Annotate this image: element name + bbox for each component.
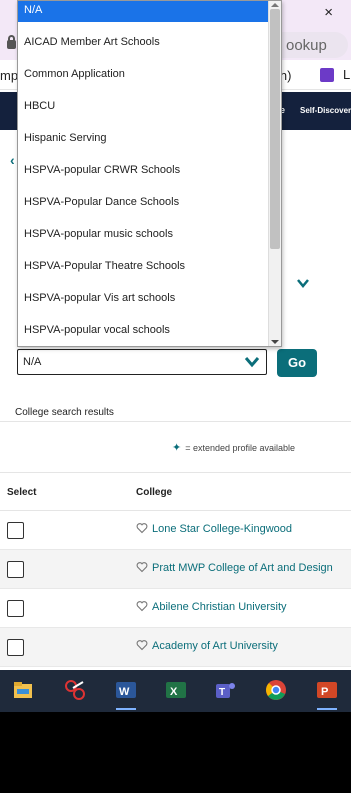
word-icon[interactable]: W — [114, 678, 138, 702]
back-chevron-icon[interactable]: ‹ — [10, 152, 15, 168]
divider — [0, 421, 351, 422]
college-link[interactable]: Lone Star College-Kingwood — [152, 523, 292, 535]
svg-text:W: W — [119, 686, 130, 698]
svg-text:X: X — [170, 686, 178, 698]
heart-icon[interactable] — [136, 639, 148, 651]
row-checkbox[interactable] — [7, 522, 24, 539]
active-indicator — [317, 708, 337, 710]
address-text: ookup — [286, 37, 327, 54]
row-checkbox[interactable] — [7, 561, 24, 578]
table-header: Select College — [0, 472, 351, 511]
table-row: Lone Star College-Kingwood — [0, 511, 351, 550]
dropdown-option[interactable]: HSPVA-Popular Theatre Schools — [18, 254, 268, 278]
star-icon: ✦ — [172, 442, 182, 454]
dropdown-option[interactable]: HSPVA-popular vocal schools — [18, 318, 268, 342]
active-indicator — [116, 708, 136, 710]
table-row: Academy of Art University — [0, 628, 351, 667]
chevron-down-icon[interactable] — [296, 276, 310, 290]
file-explorer-icon[interactable] — [11, 678, 35, 702]
excel-icon[interactable]: X — [164, 678, 188, 702]
powerpoint-icon[interactable]: P — [315, 678, 339, 702]
row-checkbox[interactable] — [7, 639, 24, 656]
scroll-down-icon[interactable] — [270, 339, 280, 345]
taskbar: W X T P — [0, 670, 351, 712]
row-checkbox[interactable] — [7, 600, 24, 617]
dropdown-list[interactable]: N/A AICAD Member Art Schools Common Applic… — [17, 0, 282, 347]
dropdown-option[interactable]: Common Application — [18, 62, 268, 86]
heart-icon[interactable] — [136, 522, 148, 534]
list-icon[interactable] — [320, 68, 334, 82]
legend: ✦ = extended profile available — [172, 441, 295, 454]
teams-icon[interactable]: T — [213, 678, 237, 702]
dropdown-option[interactable]: HSPVA-popular Vis art schools — [18, 286, 268, 310]
college-list-select[interactable]: N/A — [17, 349, 267, 375]
lock-icon[interactable] — [7, 35, 16, 49]
select-value: N/A — [23, 356, 42, 368]
college-link[interactable]: Abilene Christian University — [152, 601, 287, 613]
bookmark-l[interactable]: L — [343, 67, 350, 82]
dropdown-option[interactable]: HSPVA-popular CRWR Schools — [18, 158, 268, 182]
results-title: College search results — [15, 407, 114, 418]
college-link[interactable]: Pratt MWP College of Art and Design — [152, 562, 333, 574]
nav-self-discover[interactable]: Self-Discover — [300, 106, 351, 115]
scroll-thumb[interactable] — [270, 9, 280, 249]
heart-icon[interactable] — [136, 600, 148, 612]
dropdown-option[interactable]: Hispanic Serving — [18, 126, 268, 150]
table-row: Pratt MWP College of Art and Design — [0, 550, 351, 589]
snipping-tool-icon[interactable] — [63, 678, 87, 702]
dropdown-option[interactable]: HSPVA-Popular Dance Schools — [18, 190, 268, 214]
legend-text: = extended profile available — [185, 443, 296, 453]
dropdown-option[interactable]: HBCU — [18, 94, 268, 118]
scroll-up-icon[interactable] — [270, 2, 280, 8]
header-college: College — [136, 487, 173, 498]
table-row: Abilene Christian University — [0, 589, 351, 628]
chrome-icon[interactable] — [264, 678, 288, 702]
header-select: Select — [7, 487, 37, 498]
dropdown-option[interactable]: HSPVA-popular music schools — [18, 222, 268, 246]
heart-icon[interactable] — [136, 561, 148, 573]
go-button[interactable]: Go — [277, 349, 317, 377]
dropdown-option[interactable]: AICAD Member Art Schools — [18, 30, 268, 54]
svg-text:T: T — [219, 687, 225, 698]
college-link[interactable]: Academy of Art University — [152, 640, 278, 652]
chevron-down-icon — [244, 357, 260, 368]
close-icon[interactable]: × — [324, 4, 333, 21]
browser-viewport: × ookup mpl ton) L e Self-Discover ‹ C I… — [0, 0, 351, 670]
svg-text:P: P — [321, 686, 328, 698]
screen-bezel — [0, 712, 351, 793]
dropdown-option[interactable]: N/A — [18, 1, 268, 22]
